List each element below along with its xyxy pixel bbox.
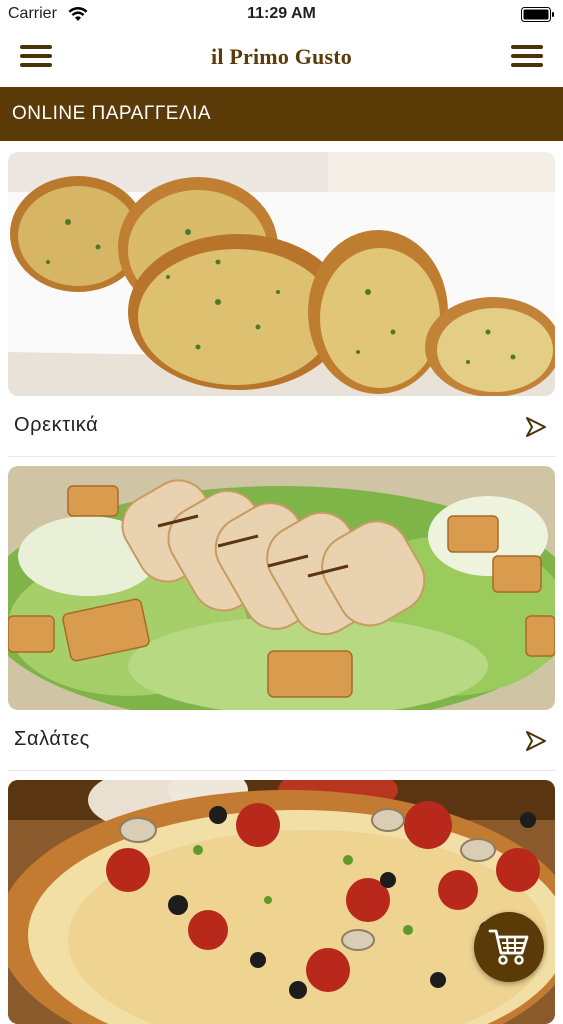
battery-icon	[521, 7, 554, 22]
brand-title: il Primo Gusto	[211, 44, 352, 69]
pizza-photo	[8, 780, 555, 1024]
cart-icon	[488, 929, 529, 965]
category-salads[interactable]: Σαλάτες	[8, 466, 555, 771]
caesar-salad-photo	[8, 466, 555, 710]
menu-right-button[interactable]	[511, 45, 543, 71]
app-header: il Primo Gusto	[0, 30, 563, 86]
status-bar: Carrier 11:29 AM	[0, 0, 563, 30]
section-bar: ONLINE ΠΑΡΑΓΓΕΛΙΑ	[0, 87, 563, 141]
category-row[interactable]: Σαλάτες	[8, 710, 555, 771]
section-title: ONLINE ΠΑΡΑΓΓΕΛΙΑ	[12, 103, 212, 124]
category-label: Ορεκτικά	[14, 414, 99, 436]
garlic-bread-photo	[8, 152, 555, 396]
category-label: Σαλάτες	[14, 728, 90, 750]
category-appetizers[interactable]: Ορεκτικά	[8, 152, 555, 457]
cart-button[interactable]	[474, 912, 544, 982]
category-pizza[interactable]	[8, 780, 555, 1024]
arrow-right-icon	[526, 731, 546, 751]
clock: 11:29 AM	[247, 5, 316, 22]
arrow-right-icon	[526, 417, 546, 437]
category-row[interactable]: Ορεκτικά	[8, 396, 555, 457]
